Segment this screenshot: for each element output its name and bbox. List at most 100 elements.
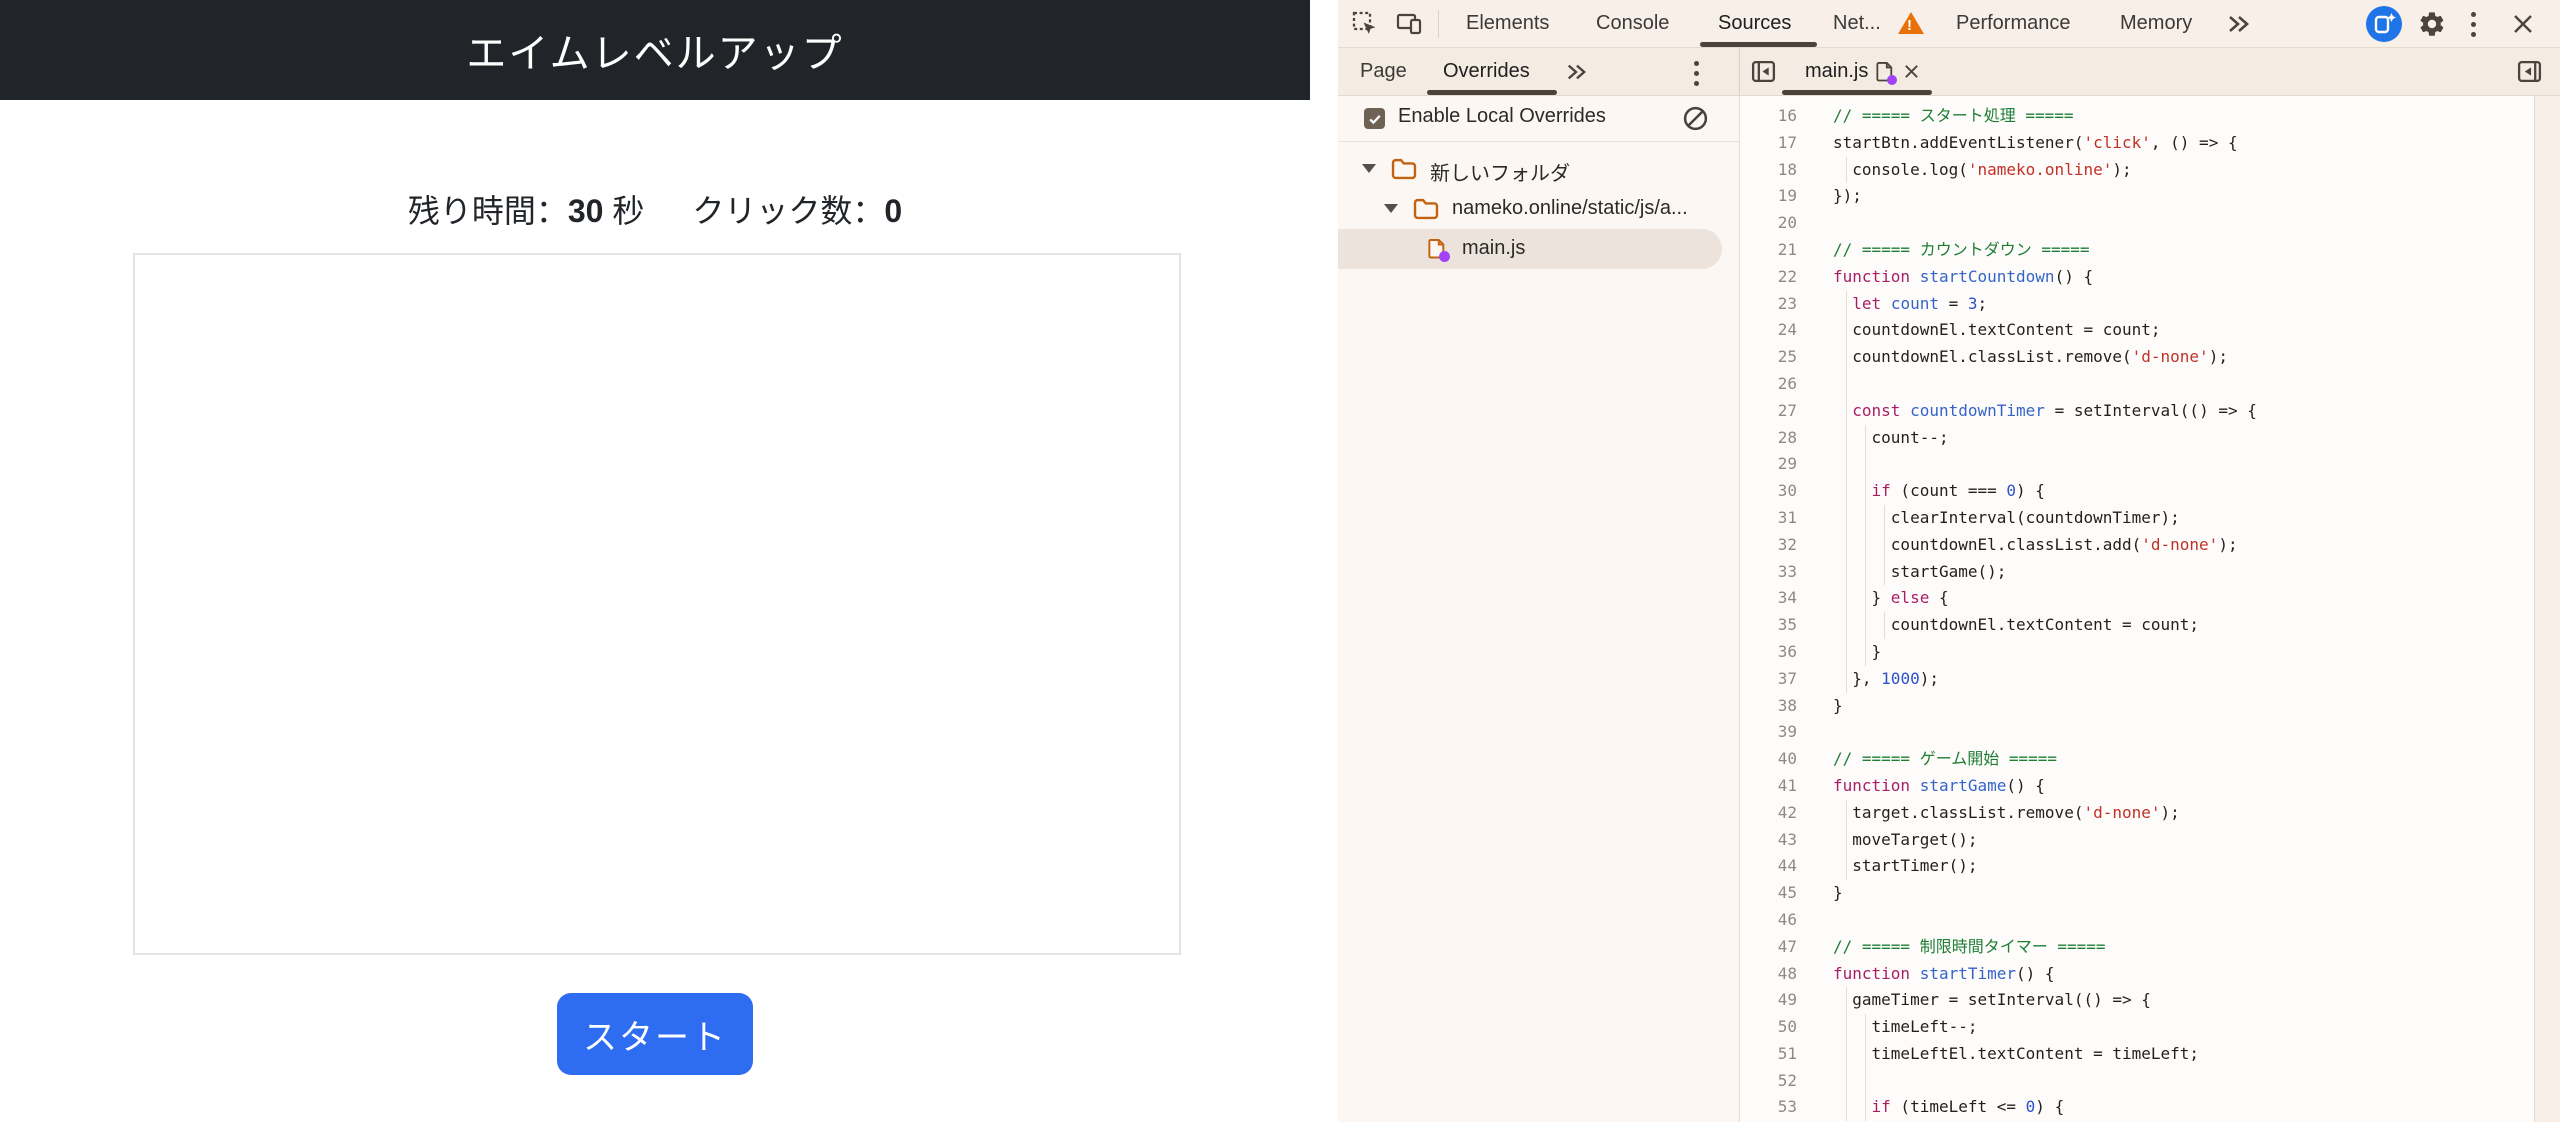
line-number[interactable]: 32 (1740, 532, 1797, 559)
line-number[interactable]: 39 (1740, 719, 1797, 746)
tab-performance[interactable]: Performance (1956, 0, 2071, 47)
editor-tab-mainjs[interactable]: main.js (1782, 48, 1932, 95)
line-number[interactable]: 29 (1740, 451, 1797, 478)
line-number[interactable]: 18 (1740, 157, 1797, 184)
code-text: gameTimer = setInterval(() => { (1833, 990, 2151, 1010)
tab-sources[interactable]: Sources (1718, 0, 1791, 47)
line-number[interactable]: 44 (1740, 853, 1797, 880)
line-number[interactable]: 20 (1740, 210, 1797, 237)
line-number[interactable]: 50 (1740, 1014, 1797, 1041)
line-number[interactable]: 19 (1740, 183, 1797, 210)
expand-caret-icon[interactable] (1362, 164, 1376, 173)
code-text: console.log('nameko.online'); (1833, 159, 2132, 179)
navigator-menu-icon[interactable] (1694, 61, 1699, 86)
tree-row-mainjs-selected[interactable]: main.js (1338, 229, 1739, 269)
line-number[interactable]: 16 (1740, 103, 1797, 130)
line-number[interactable]: 52 (1740, 1068, 1797, 1095)
code-text: } (1833, 641, 1882, 661)
subtab-page[interactable]: Page (1360, 48, 1407, 95)
line-number[interactable]: 31 (1740, 505, 1797, 532)
more-tabs-icon[interactable] (2224, 12, 2252, 36)
page-header: エイムレベルアップ (0, 0, 1310, 100)
page-title: エイムレベルアップ (466, 32, 844, 76)
subtab-overrides[interactable]: Overrides (1443, 48, 1530, 95)
line-number[interactable]: 36 (1740, 639, 1797, 666)
line-number[interactable]: 22 (1740, 264, 1797, 291)
tab-console[interactable]: Console (1596, 0, 1669, 47)
inspect-element-icon[interactable] (1352, 11, 1378, 37)
line-number[interactable]: 45 (1740, 880, 1797, 907)
line-number[interactable]: 23 (1740, 291, 1797, 318)
expand-caret-icon[interactable] (1384, 204, 1398, 213)
code-text: if (timeLeft <= 0) { (1871, 1097, 2065, 1117)
device-toolbar-icon[interactable] (1396, 11, 1422, 37)
tab-sources-active-indicator (1700, 42, 1817, 47)
line-number[interactable]: 47 (1740, 934, 1797, 961)
tab-network[interactable]: Net... (1833, 0, 1881, 47)
game-area[interactable] (133, 253, 1181, 955)
editor-tab-label: main.js (1805, 60, 1869, 82)
line-number[interactable]: 30 (1740, 478, 1797, 505)
line-number[interactable]: 53 (1740, 1094, 1797, 1121)
indent-guide (1846, 1067, 1847, 1095)
indent-guide (1865, 451, 1867, 479)
tab-memory[interactable]: Memory (2120, 0, 2192, 47)
line-number[interactable]: 27 (1740, 398, 1797, 425)
line-number[interactable]: 17 (1740, 130, 1797, 157)
line-number[interactable]: 46 (1740, 907, 1797, 934)
code-text: function startCountdown() { (1833, 266, 2094, 286)
code-editor[interactable]: 16 // ===== スタート処理 ===== 17 startBtn.addEve… (1740, 96, 2534, 1122)
tree-row-root-folder[interactable]: 新しいフォルダ (1338, 149, 1739, 189)
editor-scrollbar-track[interactable] (2534, 96, 2560, 1122)
tab-elements[interactable]: Elements (1466, 0, 1549, 47)
code-line-22: 22 function startCountdown() { (1740, 264, 2534, 291)
indent-guide (1846, 370, 1847, 398)
enable-overrides-checkbox[interactable] (1364, 108, 1385, 129)
enable-overrides-label: Enable Local Overrides (1398, 105, 1606, 127)
line-number[interactable]: 35 (1740, 612, 1797, 639)
more-subtabs-icon[interactable] (1563, 61, 1589, 83)
click-count-value: 0 (884, 193, 903, 229)
line-number[interactable]: 24 (1740, 317, 1797, 344)
code-line-41: 41 function startGame() { (1740, 773, 2534, 800)
code-line-45: 45} (1740, 880, 2534, 907)
code-line-34: 34 } else { (1740, 585, 2534, 613)
code-line-16: 16 // ===== スタート処理 ===== (1740, 103, 2534, 130)
line-number[interactable]: 40 (1740, 746, 1797, 773)
code-text: // ===== スタート処理 ===== (1833, 106, 2074, 125)
line-number[interactable]: 38 (1740, 693, 1797, 720)
mainjs-file-icon (1428, 237, 1450, 262)
line-number[interactable]: 26 (1740, 371, 1797, 398)
line-number[interactable]: 34 (1740, 585, 1797, 612)
ai-assistant-icon[interactable] (2366, 6, 2402, 42)
code-line-26: 26 (1740, 370, 2534, 398)
close-editor-tab-icon[interactable] (1902, 63, 1920, 81)
settings-gear-icon[interactable] (2418, 10, 2446, 38)
line-number[interactable]: 49 (1740, 987, 1797, 1014)
line-number[interactable]: 41 (1740, 773, 1797, 800)
line-number[interactable]: 51 (1740, 1041, 1797, 1068)
selected-row-highlight (1338, 229, 1722, 269)
line-number[interactable]: 43 (1740, 827, 1797, 854)
code-line-37: 37 }, 1000); (1740, 665, 2534, 693)
hide-navigator-icon[interactable] (1750, 58, 1777, 85)
clear-overrides-icon[interactable] (1682, 105, 1709, 132)
line-number[interactable]: 25 (1740, 344, 1797, 371)
code-line-32: 32 countdownEl.classList.add('d-none'); (1740, 531, 2534, 559)
line-number[interactable]: 42 (1740, 800, 1797, 827)
line-number[interactable]: 21 (1740, 237, 1797, 264)
tree-row-child-folder[interactable]: nameko.online/static/js/a... (1338, 189, 1739, 229)
warning-icon[interactable]: ! (1898, 12, 1924, 34)
code-text: timeLeftEl.textContent = timeLeft; (1833, 1043, 2200, 1063)
code-text: target.classList.remove('d-none'); (1833, 802, 2180, 822)
line-number[interactable]: 37 (1740, 666, 1797, 693)
close-devtools-icon[interactable] (2510, 11, 2536, 37)
line-number[interactable]: 33 (1740, 559, 1797, 586)
code-text: startGame(); (1833, 561, 2007, 581)
line-number[interactable]: 48 (1740, 961, 1797, 988)
line-number[interactable]: 28 (1740, 425, 1797, 452)
code-text: countdownEl.classList.remove('d-none'); (1833, 347, 2228, 367)
devtools-menu-icon[interactable] (2471, 12, 2476, 37)
start-button[interactable]: スタート (557, 993, 753, 1075)
hide-panel-icon[interactable] (2516, 58, 2543, 85)
